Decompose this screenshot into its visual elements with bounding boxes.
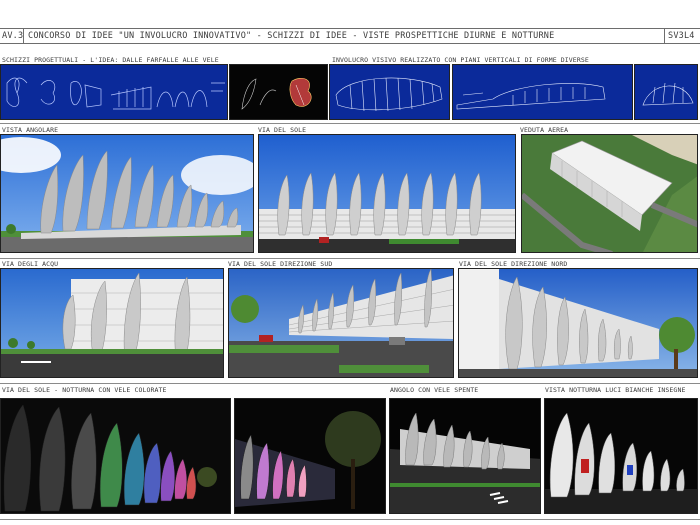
caption-vista-angolare: VISTA ANGOLARE [2, 126, 59, 134]
title-block: AV.3 CONCORSO DI IDEE "UN INVOLUCRO INNO… [0, 28, 700, 44]
caption-via-degli-acqu: VIA DEGLI ACQU [2, 260, 59, 268]
caption-sketches: SCHIZZI PROGETTUALI - L'IDEA: DALLE FARF… [2, 56, 219, 64]
caption-direzione-nord: VIA DEL SOLE DIREZIONE NORD [459, 260, 568, 268]
sheet-code-right: SV3L4 [668, 31, 695, 41]
render-notturna-vista-2 [234, 398, 386, 514]
caption-direzione-sud: VIA DEL SOLE DIREZIONE SUD [228, 260, 333, 268]
sheet-code-left: AV.3 [2, 31, 24, 41]
caption-luci-bianche: VISTA NOTTURNA LUCI BIANCHE INSEGNE [545, 386, 686, 394]
render-via-degli-acqu [0, 268, 224, 378]
wireframe-envelope-1 [329, 64, 450, 120]
render-notturna-vele-colorate [0, 398, 231, 514]
blueprint-sketch-butterflies [0, 64, 228, 120]
render-vista-angolare [0, 134, 254, 253]
sketch-butterfly-dark [229, 64, 328, 120]
row-divider [0, 123, 700, 124]
render-via-del-sole [258, 134, 516, 253]
wireframe-envelope-3 [634, 64, 698, 120]
render-direzione-sud [228, 268, 454, 378]
render-direzione-nord [458, 268, 698, 378]
divider [664, 29, 665, 43]
row-divider [0, 383, 700, 384]
sheet-title: CONCORSO DI IDEE "UN INVOLUCRO INNOVATIV… [28, 31, 555, 41]
caption-veduta-aerea: VEDUTA AEREA [520, 126, 569, 134]
wireframe-envelope-2 [452, 64, 633, 120]
caption-notturna-colorate: VIA DEL SOLE - NOTTURNA CON VELE COLORAT… [2, 386, 167, 394]
caption-involucro: INVOLUCRO VISIVO REALIZZATO CON PIANI VE… [332, 56, 589, 64]
row-divider [0, 258, 700, 259]
divider [23, 29, 24, 43]
render-luci-bianche-insegne [544, 398, 698, 514]
bottom-border [0, 519, 700, 520]
caption-vele-spente: ANGOLO CON VELE SPENTE [390, 386, 479, 394]
render-veduta-aerea [521, 134, 698, 253]
render-angolo-vele-spente [389, 398, 541, 514]
caption-via-del-sole: VIA DEL SOLE [258, 126, 307, 134]
